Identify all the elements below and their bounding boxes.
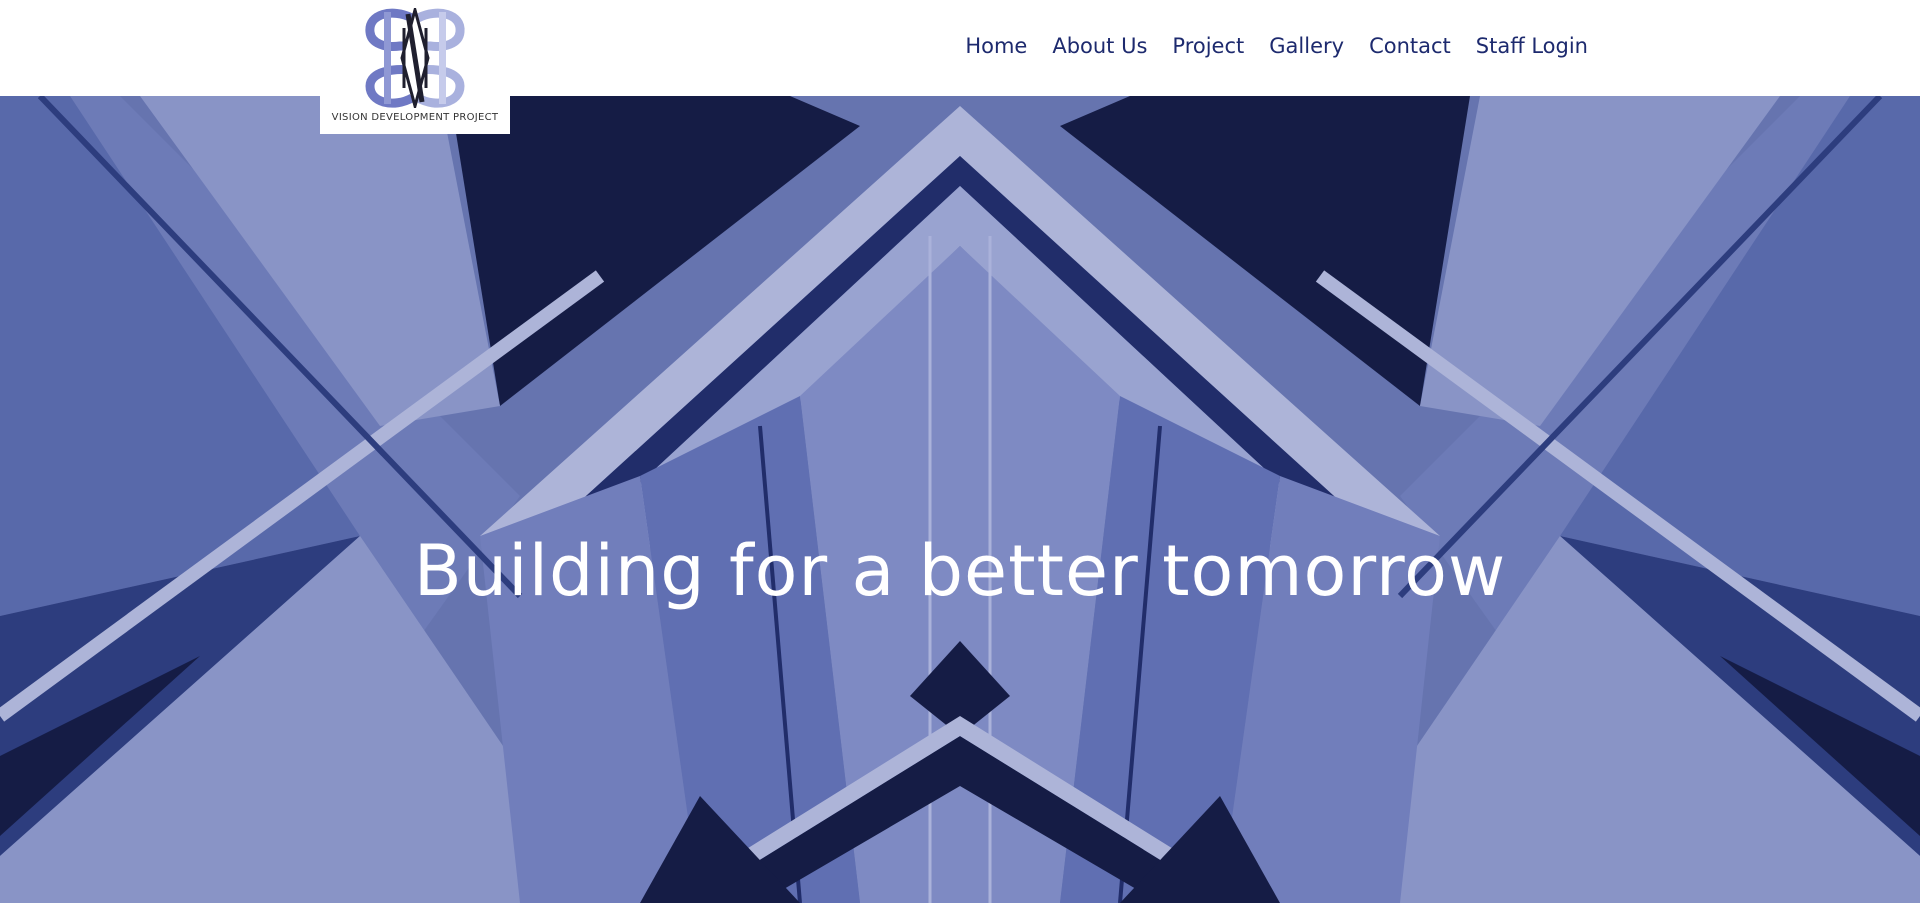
- nav-about-us[interactable]: About Us: [1052, 34, 1147, 58]
- site-header: VISION DEVELOPMENT PROJECT Home About Us…: [0, 0, 1920, 134]
- nav-gallery[interactable]: Gallery: [1269, 34, 1344, 58]
- logo-text: VISION DEVELOPMENT PROJECT: [331, 112, 499, 123]
- nav-staff-login[interactable]: Staff Login: [1476, 34, 1588, 58]
- logo[interactable]: VISION DEVELOPMENT PROJECT: [320, 0, 510, 134]
- hero-section: Building for a better tomorrow: [0, 96, 1920, 903]
- nav-project[interactable]: Project: [1172, 34, 1244, 58]
- hero-title: Building for a better tomorrow: [413, 530, 1507, 612]
- vdp-logo-icon: [365, 8, 465, 108]
- hero-background-image: [0, 96, 1920, 903]
- nav-contact[interactable]: Contact: [1369, 34, 1451, 58]
- nav-home[interactable]: Home: [965, 34, 1027, 58]
- main-nav: Home About Us Project Gallery Contact St…: [965, 34, 1588, 58]
